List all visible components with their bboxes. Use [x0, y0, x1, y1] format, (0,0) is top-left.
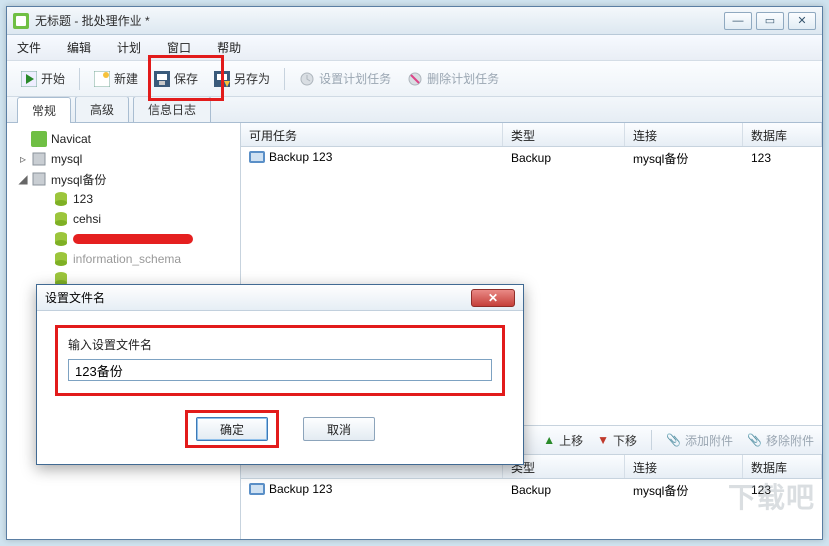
- tab-strip: 常规 高级 信息日志: [7, 97, 822, 123]
- filename-input[interactable]: [68, 359, 492, 381]
- clock-delete-icon: [407, 71, 423, 87]
- menu-plan[interactable]: 计划: [117, 39, 141, 56]
- del-plan-button[interactable]: 删除计划任务: [399, 67, 507, 90]
- tree-node[interactable]: 123: [11, 189, 236, 209]
- maximize-button[interactable]: ▭: [756, 12, 784, 30]
- backup-icon: [249, 483, 265, 495]
- ok-button[interactable]: 确定: [196, 417, 268, 441]
- tree-node[interactable]: [11, 229, 236, 249]
- menu-file[interactable]: 文件: [17, 39, 41, 56]
- remove-attachment-button[interactable]: 📎移除附件: [747, 432, 814, 449]
- add-attachment-button[interactable]: 📎添加附件: [666, 432, 733, 449]
- table-row[interactable]: Backup 123 Backup mysql备份 123: [241, 479, 822, 501]
- menu-help[interactable]: 帮助: [217, 39, 241, 56]
- minimize-button[interactable]: —: [724, 12, 752, 30]
- highlight-input: 输入设置文件名: [55, 325, 505, 396]
- app-icon: [13, 13, 29, 29]
- new-icon: [94, 71, 110, 87]
- tree-node[interactable]: information_schema: [11, 249, 236, 269]
- menu-window[interactable]: 窗口: [167, 39, 191, 56]
- clock-icon: [299, 71, 315, 87]
- save-button[interactable]: 保存: [146, 67, 206, 90]
- list-header-top: 可用任务 类型 连接 数据库: [241, 123, 822, 147]
- tab-general[interactable]: 常规: [17, 97, 71, 123]
- filename-dialog: 设置文件名 ✕ 输入设置文件名 确定 取消: [36, 284, 524, 465]
- dialog-title: 设置文件名: [45, 289, 105, 306]
- window-title: 无标题 - 批处理作业 *: [35, 12, 150, 29]
- move-up-button[interactable]: ▲上移: [543, 432, 583, 449]
- close-button[interactable]: ✕: [788, 12, 816, 30]
- dialog-close-button[interactable]: ✕: [471, 289, 515, 307]
- menu-bar: 文件 编辑 计划 窗口 帮助: [7, 35, 822, 61]
- tree-node[interactable]: cehsi: [11, 209, 236, 229]
- dialog-label: 输入设置文件名: [68, 336, 492, 353]
- new-button[interactable]: 新建: [86, 67, 146, 90]
- dialog-titlebar: 设置文件名 ✕: [37, 285, 523, 311]
- backup-icon: [249, 151, 265, 163]
- tab-advanced[interactable]: 高级: [75, 96, 129, 122]
- start-button[interactable]: 开始: [13, 67, 73, 90]
- set-plan-button[interactable]: 设置计划任务: [291, 67, 399, 90]
- saveas-button[interactable]: 另存为: [206, 67, 278, 90]
- play-icon: [21, 71, 37, 87]
- attach-icon: 📎: [666, 433, 681, 447]
- save-icon: [154, 71, 170, 87]
- cancel-button[interactable]: 取消: [303, 417, 375, 441]
- move-down-button[interactable]: ▼下移: [597, 432, 637, 449]
- saveas-icon: [214, 71, 230, 87]
- tab-log[interactable]: 信息日志: [133, 96, 211, 122]
- title-bar: 无标题 - 批处理作业 * — ▭ ✕: [7, 7, 822, 35]
- tree-node[interactable]: Navicat: [11, 129, 236, 149]
- attach-remove-icon: 📎: [747, 433, 762, 447]
- menu-edit[interactable]: 编辑: [67, 39, 91, 56]
- list-body-bottom[interactable]: Backup 123 Backup mysql备份 123: [241, 479, 822, 539]
- tree-node[interactable]: ◢mysql备份: [11, 169, 236, 189]
- table-row[interactable]: Backup 123 Backup mysql备份 123: [241, 147, 822, 169]
- tree-node[interactable]: ▹mysql: [11, 149, 236, 169]
- toolbar: 开始 新建 保存 另存为 设置计划任务 删除计划任务: [7, 61, 822, 97]
- highlight-ok: 确定: [185, 410, 279, 448]
